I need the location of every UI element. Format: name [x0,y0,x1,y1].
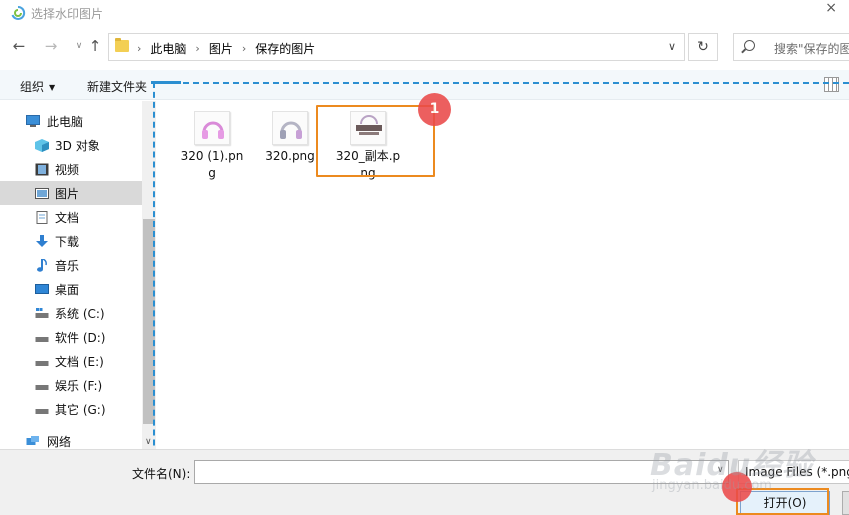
folder-icon [115,38,129,52]
nav-item-video[interactable]: 视频 [0,157,142,181]
highlight-selected-file [316,105,435,177]
nav-item-drive-d[interactable]: 软件 (D:) [0,325,142,349]
app-swirl-icon [11,5,26,20]
drive-icon [35,384,49,390]
nav-label: 音乐 [55,258,80,273]
title-bar: 选择水印图片 × [0,0,849,28]
filename-dropdown-icon[interactable]: ∨ [717,465,724,475]
nav-label: 系统 (C:) [55,306,105,321]
address-dropdown-icon[interactable]: ∨ [668,40,676,53]
filetype-select[interactable]: Image Files (*.png [738,460,849,484]
new-folder-button[interactable]: 新建文件夹 [87,78,147,95]
nav-label: 图片 [55,186,80,201]
nav-item-pictures[interactable]: 图片 [0,181,142,205]
breadcrumb-separator-icon: › [137,42,142,55]
refresh-icon: ↻ [697,39,709,55]
forward-arrow-icon[interactable]: → [42,37,60,55]
file-thumbnail [194,111,230,145]
breadcrumb-pictures[interactable]: 图片 [209,40,233,57]
window-title: 选择水印图片 [31,7,104,21]
nav-item-documents[interactable]: 文档 [0,205,142,229]
file-item[interactable]: 320.png [255,101,325,191]
navigation-pane: 此电脑 3D 对象 视频 图片 文档 下载 音乐 桌面 系统 (C:) 软件 (… [0,101,142,449]
scroll-down-icon[interactable]: ∨ [145,437,152,447]
file-thumbnail [272,111,308,145]
nav-label: 下载 [55,234,80,249]
breadcrumb-separator-icon[interactable]: › [242,42,246,55]
document-icon [36,210,48,224]
cancel-button[interactable] [842,491,849,515]
drive-icon [35,360,49,366]
pictures-icon [35,187,49,199]
nav-item-music[interactable]: 音乐 [0,253,142,277]
music-icon [37,258,47,272]
nav-label: 桌面 [55,282,80,297]
breadcrumb-this-pc[interactable]: 此电脑 [150,40,186,57]
drive-icon [35,336,49,342]
nav-label: 视频 [55,162,80,177]
view-options-icon[interactable] [824,77,839,92]
headphones-gray-image-icon [280,121,302,139]
nav-item-drive-g[interactable]: 其它 (G:) [0,397,142,421]
drive-icon [35,408,49,414]
download-icon [36,234,48,247]
organize-menu-button[interactable]: 组织 ▼ [20,78,55,95]
nav-item-drive-f[interactable]: 娱乐 (F:) [0,373,142,397]
nav-label: 此电脑 [47,114,84,129]
up-arrow-icon[interactable]: ↑ [86,37,104,55]
nav-item-3d-objects[interactable]: 3D 对象 [0,133,142,157]
breadcrumb-separator-icon[interactable]: › [195,42,199,55]
3d-objects-icon [35,138,49,152]
nav-item-downloads[interactable]: 下载 [0,229,142,253]
file-list: 320 (1).png 320.png 320_副本.png [157,101,849,449]
nav-item-drive-e[interactable]: 文档 (E:) [0,349,142,373]
back-arrow-icon[interactable]: ← [10,37,28,55]
nav-item-desktop[interactable]: 桌面 [0,277,142,301]
nav-label: 3D 对象 [55,138,100,153]
nav-label: 网络 [47,434,72,449]
step-badge-partial [722,472,752,502]
nav-label: 其它 (G:) [55,402,106,417]
nav-label: 软件 (D:) [55,330,106,345]
caret-down-icon: ▼ [49,83,56,92]
breadcrumb-saved-pictures[interactable]: 保存的图片 [255,40,315,57]
file-item[interactable]: 320 (1).png [177,101,247,191]
step-badge: 1 [418,93,451,126]
organize-label: 组织 [20,80,45,94]
file-name: 320.png [265,149,315,163]
breadcrumb: › 此电脑 › 图片 › 保存的图片 [137,40,315,57]
nav-label: 娱乐 (F:) [55,378,103,393]
nav-item-network[interactable]: 网络 [0,429,142,449]
guide-line-corner [151,81,181,84]
nav-label: 文档 (E:) [55,354,104,369]
nav-item-this-pc[interactable]: 此电脑 [0,109,142,133]
address-row: ← → ∨ ↑ › 此电脑 › 图片 › 保存的图片 ∨ ↻ 搜索"保存的图片" [0,28,849,66]
search-placeholder: 搜索"保存的图片" [774,42,849,56]
refresh-button[interactable]: ↻ [688,33,718,61]
search-icon [744,40,755,51]
address-bar[interactable]: › 此电脑 › 图片 › 保存的图片 ∨ [108,33,685,61]
filename-input[interactable] [194,460,729,484]
headphones-image-icon [202,121,224,139]
system-drive-icon [35,307,49,318]
desktop-icon [35,283,49,294]
guide-line-horizontal [153,82,849,84]
nav-label: 文档 [55,210,80,225]
close-icon[interactable]: × [825,0,837,16]
filename-label: 文件名(N): [132,467,191,481]
search-input[interactable]: 搜索"保存的图片" [733,33,849,61]
network-icon [26,435,39,445]
nav-item-drive-c[interactable]: 系统 (C:) [0,301,142,325]
computer-icon [26,114,40,127]
video-icon [35,163,49,175]
file-name: 320 (1).png [180,149,244,180]
